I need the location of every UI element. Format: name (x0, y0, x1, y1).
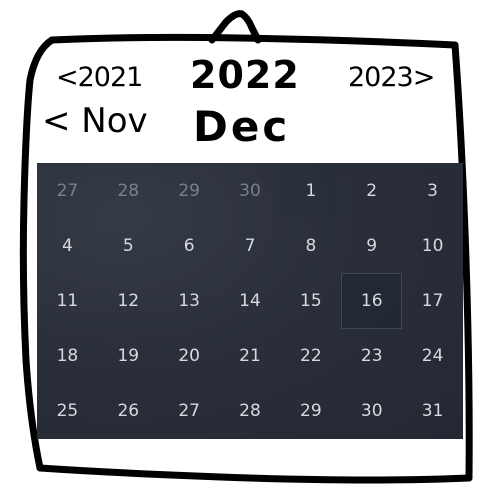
calendar-day[interactable]: 14 (220, 273, 281, 328)
calendar-day[interactable]: 31 (402, 384, 463, 439)
calendar-day-outside-month[interactable]: 29 (159, 163, 220, 218)
calendar-day-grid: 27 28 29 30 1 2 3 4 5 6 7 8 9 10 11 12 13 14 15 16 17 18 19 20 2… (37, 163, 463, 439)
calendar-day[interactable]: 2 (341, 163, 402, 218)
calendar-day[interactable]: 25 (37, 384, 98, 439)
calendar-day[interactable]: 9 (341, 218, 402, 273)
calendar-day-outside-month[interactable]: 30 (220, 163, 281, 218)
current-month-label: Dec (193, 102, 291, 151)
calendar-widget: <2021 2022 2023> < Nov Dec 27 28 29 30 1 2 3 4 5… (0, 0, 500, 500)
prev-year-button[interactable]: <2021 (56, 64, 143, 91)
calendar-day[interactable]: 30 (341, 384, 402, 439)
calendar-day[interactable]: 13 (159, 273, 220, 328)
calendar-day[interactable]: 10 (402, 218, 463, 273)
calendar-day[interactable]: 27 (159, 384, 220, 439)
calendar-day-today[interactable]: 16 (341, 273, 403, 329)
calendar-day[interactable]: 4 (37, 218, 98, 273)
calendar-day-outside-month[interactable]: 27 (37, 163, 98, 218)
calendar-day[interactable]: 29 (280, 384, 341, 439)
calendar-day[interactable]: 11 (37, 273, 98, 328)
calendar-day[interactable]: 18 (37, 329, 98, 384)
calendar-day[interactable]: 21 (220, 329, 281, 384)
calendar-day[interactable]: 24 (402, 329, 463, 384)
calendar-day[interactable]: 8 (280, 218, 341, 273)
calendar-day[interactable]: 5 (98, 218, 159, 273)
calendar-day[interactable]: 20 (159, 329, 220, 384)
calendar-day[interactable]: 3 (402, 163, 463, 218)
calendar-day[interactable]: 28 (220, 384, 281, 439)
calendar-day-outside-month[interactable]: 28 (98, 163, 159, 218)
calendar-day[interactable]: 17 (402, 273, 463, 328)
prev-month-button[interactable]: < Nov (42, 104, 148, 138)
calendar-day[interactable]: 26 (98, 384, 159, 439)
current-year-label: 2022 (190, 53, 300, 97)
calendar-day[interactable]: 6 (159, 218, 220, 273)
calendar-day[interactable]: 23 (341, 329, 402, 384)
calendar-day[interactable]: 12 (98, 273, 159, 328)
calendar-day[interactable]: 7 (220, 218, 281, 273)
calendar-day[interactable]: 19 (98, 329, 159, 384)
calendar-day[interactable]: 22 (280, 329, 341, 384)
calendar-day[interactable]: 15 (280, 273, 341, 328)
calendar-day[interactable]: 1 (280, 163, 342, 219)
next-year-button[interactable]: 2023> (348, 64, 435, 91)
